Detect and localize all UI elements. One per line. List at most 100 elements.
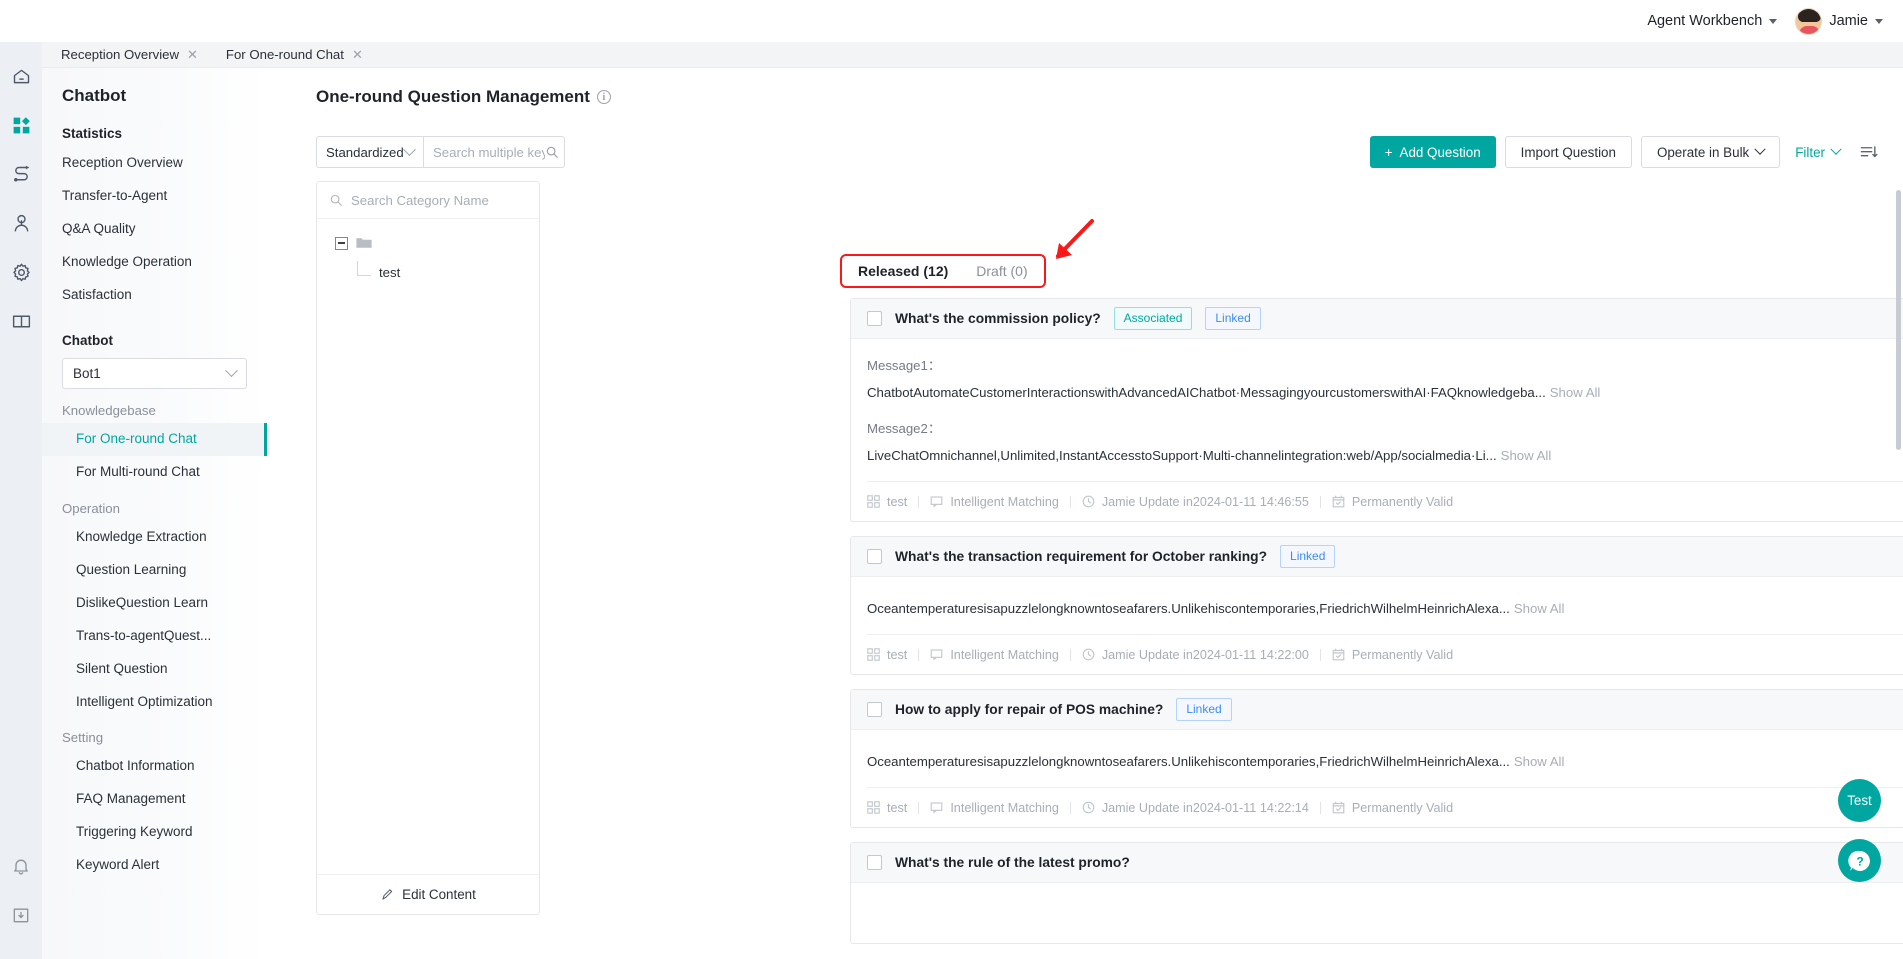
divider	[1319, 801, 1321, 814]
sidebar-item-faq-management[interactable]: FAQ Management	[42, 783, 267, 816]
rail-home-button[interactable]	[0, 52, 42, 101]
show-all-link[interactable]: Show All	[1501, 448, 1552, 463]
category-search-field[interactable]	[317, 182, 539, 219]
user-menu[interactable]: Jamie	[1795, 7, 1883, 35]
rail-settings-button[interactable]	[0, 248, 42, 297]
page-scrollbar[interactable]	[1896, 190, 1901, 450]
sidebar-item-knowledge-extraction[interactable]: Knowledge Extraction	[42, 521, 267, 554]
rail-flow-button[interactable]	[0, 150, 42, 199]
status-badge-linked: Linked	[1176, 698, 1232, 721]
bot-select[interactable]: Bot1	[62, 358, 247, 390]
question-card-body: Oceantemperaturesisapuzzlelongknowntosea…	[851, 730, 1903, 769]
sidebar-item-reception-overview[interactable]: Reception Overview	[42, 147, 267, 180]
message-label: Message2：	[867, 421, 942, 436]
sidebar-item-chatbot-information[interactable]: Chatbot Information	[42, 750, 267, 783]
question-checkbox[interactable]	[867, 311, 882, 326]
meta-matching: Intelligent Matching	[930, 648, 1059, 662]
sidebar-item-satisfaction[interactable]: Satisfaction	[42, 279, 267, 312]
filter-button[interactable]: Filter	[1789, 136, 1846, 168]
chat-bubble-icon	[930, 801, 943, 814]
show-all-link[interactable]: Show All	[1514, 601, 1565, 616]
search-scope-select[interactable]: Standardized	[316, 136, 423, 168]
keyword-search-field[interactable]	[423, 136, 565, 168]
close-icon[interactable]: ✕	[352, 48, 363, 61]
category-tree: test	[317, 219, 539, 874]
question-card: What's the transaction requirement for O…	[850, 536, 1903, 675]
sidebar-item-for-one-round-chat[interactable]: For One-round Chat	[42, 423, 267, 457]
search-icon[interactable]	[545, 145, 559, 159]
tab-reception-overview[interactable]: Reception Overview ✕	[47, 42, 212, 68]
question-status-tabs: Released (12) Draft (0)	[840, 254, 1046, 288]
rail-notification-button[interactable]	[0, 841, 42, 890]
meta-matching-label: Intelligent Matching	[950, 647, 1059, 662]
icon-rail: S	[0, 0, 42, 959]
divider	[918, 648, 920, 661]
rail-dashboard-button[interactable]	[0, 101, 42, 150]
search-scope-value: Standardized	[326, 144, 404, 160]
sidebar-item-silent-question[interactable]: Silent Question	[42, 653, 267, 686]
collapse-toggle-icon[interactable]	[335, 236, 348, 250]
meta-matching: Intelligent Matching	[930, 495, 1059, 509]
flow-icon	[11, 164, 32, 185]
test-fab-label: Test	[1847, 793, 1872, 808]
sidebar-item-transfer-to-agent[interactable]: Transfer-to-Agent	[42, 180, 267, 213]
search-input[interactable]	[433, 144, 545, 160]
category-search-input[interactable]	[351, 192, 521, 208]
meta-updater: Jamie Update in2024-01-11 14:46:55	[1082, 495, 1309, 509]
show-all-link[interactable]: Show All	[1514, 754, 1565, 769]
tree-root-row[interactable]	[317, 233, 539, 253]
show-all-link[interactable]: Show All	[1550, 385, 1601, 400]
message-text: Oceantemperaturesisapuzzlelongknowntosea…	[867, 754, 1510, 769]
chevron-down-icon	[403, 142, 416, 156]
sidebar-item-trans-to-agent-question[interactable]: Trans-to-agentQuest...	[42, 620, 267, 653]
gear-icon	[11, 262, 32, 283]
tab-for-one-round-chat[interactable]: For One-round Chat ✕	[212, 42, 377, 68]
chat-bubble-icon	[930, 648, 943, 661]
question-card: What's the rule of the latest promo? Tur…	[850, 842, 1903, 944]
meta-updater: Jamie Update in2024-01-11 14:22:14	[1082, 801, 1309, 815]
sidebar-item-for-multi-round-chat[interactable]: For Multi-round Chat	[42, 456, 267, 489]
bot-select-value: Bot1	[73, 366, 101, 382]
tab-draft[interactable]: Draft (0)	[976, 263, 1027, 279]
rail-contacts-button[interactable]	[0, 199, 42, 248]
meta-updater-label: Jamie Update in2024-01-11 14:22:14	[1101, 800, 1309, 815]
clock-icon	[1082, 648, 1095, 661]
info-icon[interactable]: i	[596, 90, 611, 104]
agent-workbench-menu[interactable]: Agent Workbench	[1647, 13, 1778, 29]
chevron-down-icon	[225, 364, 238, 378]
divider	[918, 801, 920, 814]
sidebar-item-question-learning[interactable]: Question Learning	[42, 554, 267, 587]
sidebar-item-dislike-question-learn[interactable]: DislikeQuestion Learn	[42, 587, 267, 620]
sidebar-item-triggering-keyword[interactable]: Triggering Keyword	[42, 816, 267, 849]
sidebar-item-knowledge-operation[interactable]: Knowledge Operation	[42, 246, 267, 279]
meta-validity: Permanently Valid	[1332, 648, 1453, 662]
rail-knowledge-button[interactable]	[0, 297, 42, 346]
svg-text:?: ?	[1856, 854, 1863, 868]
sidebar-item-qa-quality[interactable]: Q&A Quality	[42, 213, 267, 246]
sidebar-item-intelligent-optimization[interactable]: Intelligent Optimization	[42, 686, 267, 719]
nav-group-knowledgebase: Knowledgebase	[62, 403, 156, 419]
help-fab-button[interactable]: ?	[1838, 839, 1881, 882]
tab-released[interactable]: Released (12)	[858, 263, 948, 279]
question-checkbox[interactable]	[867, 702, 882, 717]
meta-category: test	[867, 495, 907, 509]
question-card-footer: test Intelligent Matching Jamie Update i…	[867, 787, 1903, 827]
clock-icon	[1082, 495, 1095, 508]
sidebar-item-keyword-alert[interactable]: Keyword Alert	[42, 849, 267, 882]
tree-item-test[interactable]: test	[317, 261, 539, 283]
question-checkbox[interactable]	[867, 549, 882, 564]
test-fab-button[interactable]: Test	[1838, 779, 1881, 822]
edit-content-button[interactable]: Edit Content	[317, 874, 539, 914]
add-question-button[interactable]: + Add Question	[1369, 136, 1496, 168]
question-card-header: What's the rule of the latest promo? Tur…	[851, 843, 1903, 883]
import-question-button[interactable]: Import Question	[1504, 136, 1632, 168]
edit-content-label: Edit Content	[402, 887, 476, 902]
sort-list-icon[interactable]	[1859, 143, 1878, 162]
rail-bottom-group	[0, 841, 42, 959]
status-badge-linked: Linked	[1205, 307, 1261, 330]
message-text-row: Oceantemperaturesisapuzzlelongknowntosea…	[867, 754, 1903, 769]
question-checkbox[interactable]	[867, 855, 882, 870]
rail-download-button[interactable]	[0, 890, 42, 939]
close-icon[interactable]: ✕	[187, 48, 198, 61]
operate-in-bulk-button[interactable]: Operate in Bulk	[1640, 136, 1781, 168]
